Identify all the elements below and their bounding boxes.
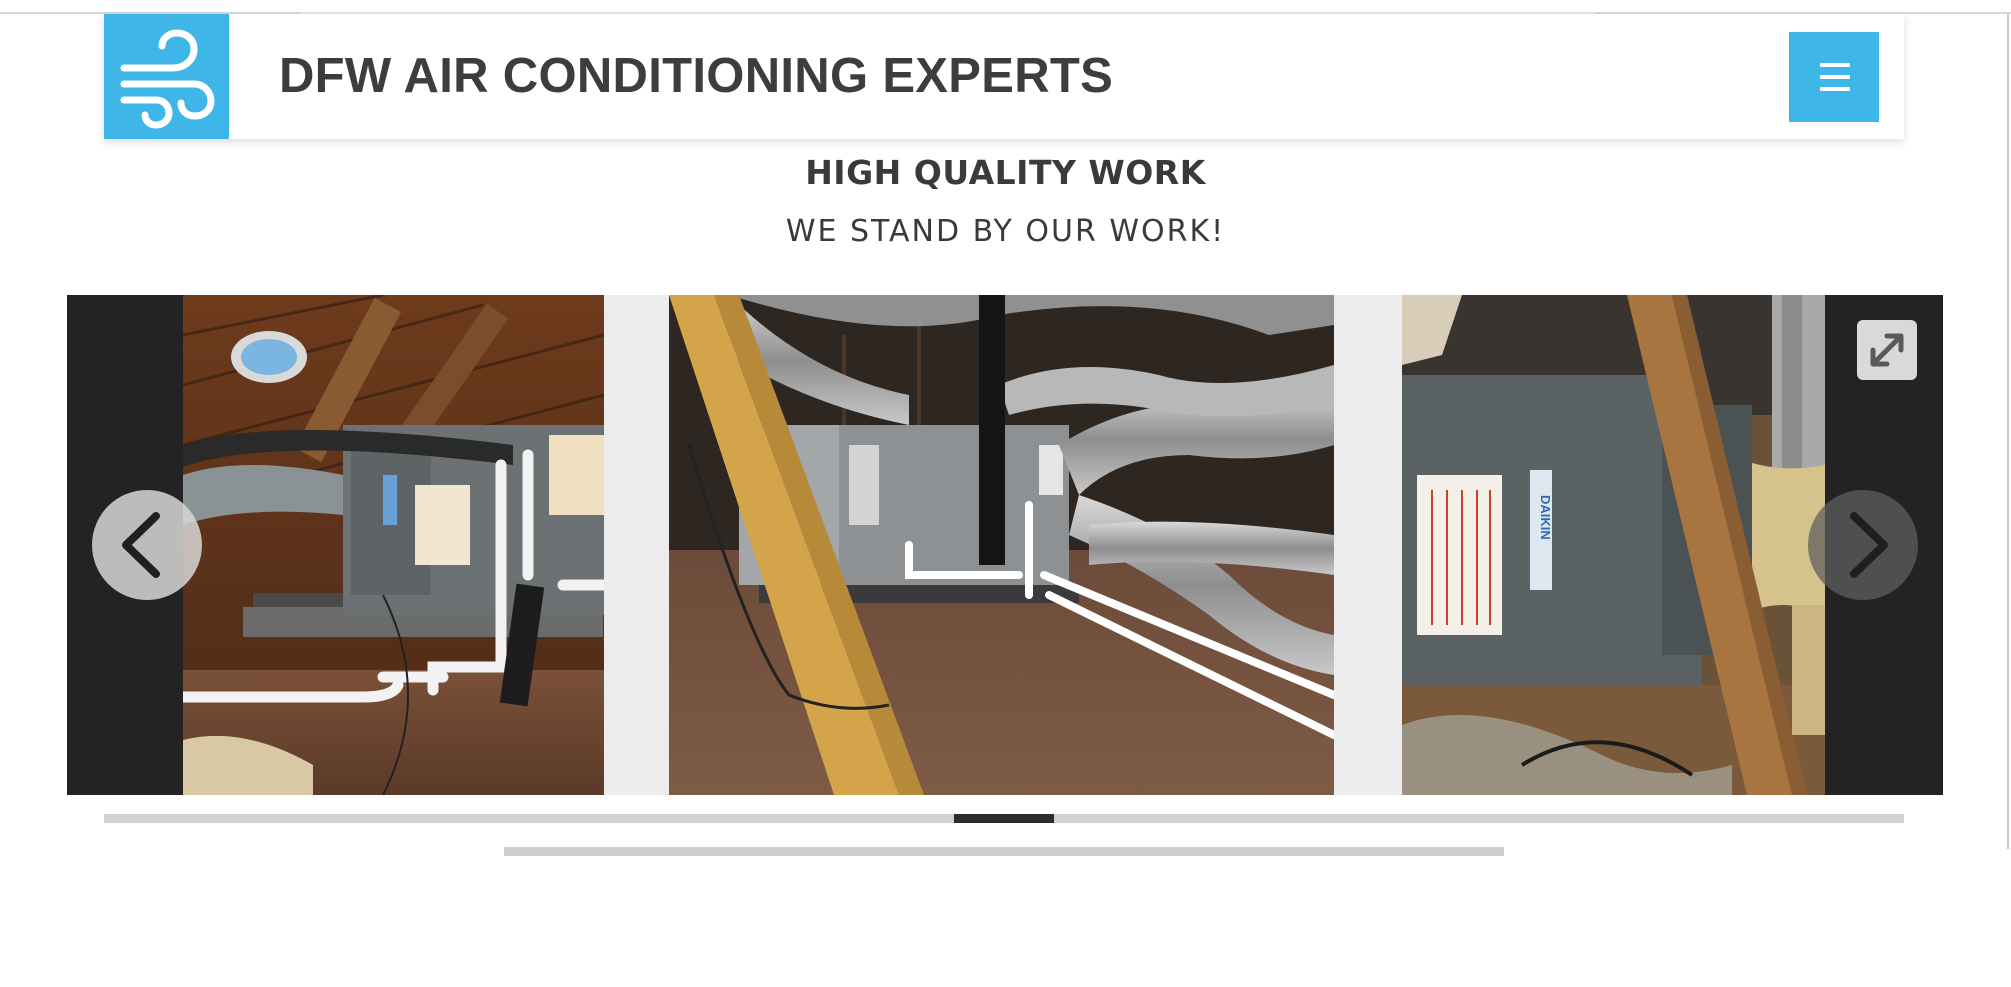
- carousel-prev-button[interactable]: [92, 490, 202, 600]
- horizontal-scrollbar[interactable]: [504, 847, 1504, 856]
- gallery-photo-2[interactable]: [669, 295, 1334, 795]
- carousel-progress-thumb[interactable]: [954, 814, 1054, 823]
- chevron-right-icon: [1850, 512, 1888, 578]
- gallery-photo-3[interactable]: DAIKIN: [1402, 295, 1825, 795]
- section-title: HIGH QUALITY WORK: [805, 153, 1206, 192]
- site-logo[interactable]: [104, 14, 229, 139]
- expand-arrows-icon: [1870, 333, 1904, 367]
- site-header: DFW AIR CONDITIONING EXPERTS: [104, 14, 1904, 139]
- carousel-next-button[interactable]: [1808, 490, 1918, 600]
- photo-carousel[interactable]: DAIKIN: [67, 295, 1943, 795]
- wind-icon: [120, 29, 215, 129]
- fullscreen-button[interactable]: [1857, 320, 1917, 380]
- page-edge: [2007, 14, 2009, 849]
- section-subtitle: WE STAND BY OUR WORK!: [785, 214, 1226, 249]
- menu-button[interactable]: [1789, 32, 1879, 122]
- carousel-progress-track[interactable]: [104, 814, 1904, 823]
- svg-text:DAIKIN: DAIKIN: [1538, 495, 1553, 540]
- site-title[interactable]: DFW AIR CONDITIONING EXPERTS: [279, 48, 1113, 104]
- chevron-left-icon: [122, 512, 160, 578]
- gallery-photo-1[interactable]: [183, 295, 604, 795]
